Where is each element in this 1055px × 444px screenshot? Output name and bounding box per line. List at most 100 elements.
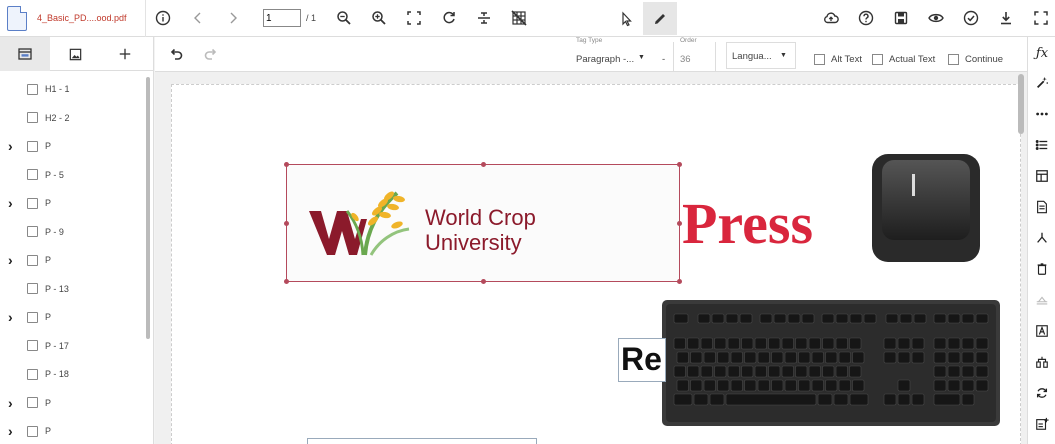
re-text-block[interactable]: Re: [618, 338, 666, 382]
fit-screen-icon[interactable]: [399, 4, 429, 32]
artifact-icon[interactable]: [1028, 286, 1055, 314]
alt-text-toggle[interactable]: Alt Text: [814, 54, 862, 65]
magic-wand-icon[interactable]: [1028, 69, 1055, 97]
rotate-icon[interactable]: [434, 4, 464, 32]
add-note-icon[interactable]: [1028, 410, 1055, 438]
continue-toggle[interactable]: Continue: [948, 54, 1003, 65]
info-icon[interactable]: [148, 4, 178, 32]
keyboard-key-image[interactable]: [870, 152, 982, 264]
add-tab[interactable]: [100, 37, 150, 71]
tree-row-checkbox[interactable]: [27, 311, 38, 323]
tree-row[interactable]: P - 17: [0, 332, 146, 361]
image-tab[interactable]: [50, 37, 100, 71]
download-icon[interactable]: [991, 4, 1021, 32]
check-circle-icon[interactable]: [956, 4, 986, 32]
keyboard-image[interactable]: [662, 300, 1000, 426]
pencil-icon[interactable]: [643, 2, 677, 35]
tree-row[interactable]: P - 13: [0, 275, 146, 304]
tree-row-checkbox[interactable]: [27, 254, 38, 266]
chevron-right-icon[interactable]: [218, 4, 248, 32]
trash-icon[interactable]: [1028, 255, 1055, 283]
split-icon[interactable]: [469, 4, 499, 32]
tree-row-checkbox[interactable]: [27, 140, 38, 152]
file-name[interactable]: 4_Basic_PD....ood.pdf: [37, 13, 127, 23]
tree-row-checkbox[interactable]: [27, 283, 38, 295]
tree-row[interactable]: › P: [0, 389, 146, 418]
tree-row-checkbox[interactable]: [27, 197, 38, 209]
keyboard-key: [676, 351, 689, 364]
resize-handle[interactable]: [481, 279, 486, 284]
tree-row[interactable]: › P: [0, 303, 146, 332]
pointer-icon[interactable]: [609, 2, 643, 35]
tag-type-caret-icon[interactable]: ▼: [638, 54, 645, 61]
expand-chevron-icon[interactable]: ›: [8, 195, 18, 211]
fullscreen-icon[interactable]: [1026, 4, 1055, 32]
press-heading[interactable]: Press: [682, 190, 813, 257]
tree-row-checkbox[interactable]: [27, 425, 38, 437]
tree-row-checkbox[interactable]: [27, 83, 38, 95]
sidebar-scrollbar[interactable]: [146, 77, 150, 339]
resize-handle[interactable]: [284, 221, 289, 226]
more-horizontal-icon[interactable]: [1028, 100, 1055, 128]
page-number-input[interactable]: [263, 9, 301, 27]
resize-handle[interactable]: [677, 279, 682, 284]
table-icon[interactable]: [1028, 162, 1055, 190]
list-icon[interactable]: [1028, 131, 1055, 159]
tree-row-checkbox[interactable]: [27, 226, 38, 238]
zoom-out-icon[interactable]: [329, 4, 359, 32]
keyboard-key: [808, 337, 821, 350]
tags-tab[interactable]: [0, 37, 50, 71]
expand-chevron-icon[interactable]: ›: [8, 395, 18, 411]
resize-handle[interactable]: [284, 279, 289, 284]
alt-text-checkbox[interactable]: [814, 54, 825, 65]
reading-order-icon[interactable]: [1028, 224, 1055, 252]
keyboard-key: [947, 379, 961, 392]
tree-row[interactable]: › P: [0, 132, 146, 161]
keyboard-key: [961, 365, 975, 378]
tree-row[interactable]: H1 - 1: [0, 75, 146, 104]
tree-row-checkbox[interactable]: [27, 112, 38, 124]
help-icon[interactable]: [851, 4, 881, 32]
tree-row-checkbox[interactable]: [27, 169, 38, 181]
expand-chevron-icon[interactable]: ›: [8, 309, 18, 325]
redo-icon[interactable]: [196, 40, 226, 68]
tree-row[interactable]: › P: [0, 246, 146, 275]
logo-tag-selection[interactable]: World Crop University: [284, 162, 682, 284]
grid-off-icon[interactable]: [504, 4, 534, 32]
cloud-upload-icon[interactable]: [816, 4, 846, 32]
expand-chevron-icon[interactable]: ›: [8, 423, 18, 439]
text-frame-icon[interactable]: [1028, 317, 1055, 345]
save-icon[interactable]: [886, 4, 916, 32]
expand-chevron-icon[interactable]: ›: [8, 252, 18, 268]
tree-row[interactable]: › P: [0, 417, 146, 444]
chevron-left-icon[interactable]: [183, 4, 213, 32]
resize-handle[interactable]: [677, 162, 682, 167]
text-block-partial[interactable]: [307, 438, 537, 444]
continue-checkbox[interactable]: [948, 54, 959, 65]
actual-text-toggle[interactable]: Actual Text: [872, 54, 935, 65]
tree-row-checkbox[interactable]: [27, 340, 38, 352]
zoom-in-icon[interactable]: [364, 4, 394, 32]
resize-handle[interactable]: [481, 162, 486, 167]
tree-row-checkbox[interactable]: [27, 368, 38, 380]
undo-icon[interactable]: [161, 40, 191, 68]
language-select[interactable]: Langua...: [732, 51, 772, 62]
tag-type-select[interactable]: Paragraph -...: [576, 54, 634, 65]
tree-row[interactable]: P - 5: [0, 161, 146, 190]
sync-icon[interactable]: [1028, 379, 1055, 407]
order-input[interactable]: 36: [680, 54, 691, 65]
language-caret-icon[interactable]: ▼: [780, 52, 787, 59]
tree-row[interactable]: H2 - 2: [0, 104, 146, 133]
structure-icon[interactable]: [1028, 348, 1055, 376]
document-scan-icon[interactable]: [1028, 193, 1055, 221]
formula-icon[interactable]: ƒx: [1028, 39, 1055, 67]
tree-row[interactable]: P - 18: [0, 360, 146, 389]
eye-icon[interactable]: [921, 4, 951, 32]
tree-row-checkbox[interactable]: [27, 397, 38, 409]
tree-row[interactable]: › P: [0, 189, 146, 218]
expand-chevron-icon[interactable]: ›: [8, 138, 18, 154]
tree-row[interactable]: P - 9: [0, 218, 146, 247]
actual-text-checkbox[interactable]: [872, 54, 883, 65]
document-scrollbar[interactable]: [1018, 74, 1024, 134]
resize-handle[interactable]: [284, 162, 289, 167]
